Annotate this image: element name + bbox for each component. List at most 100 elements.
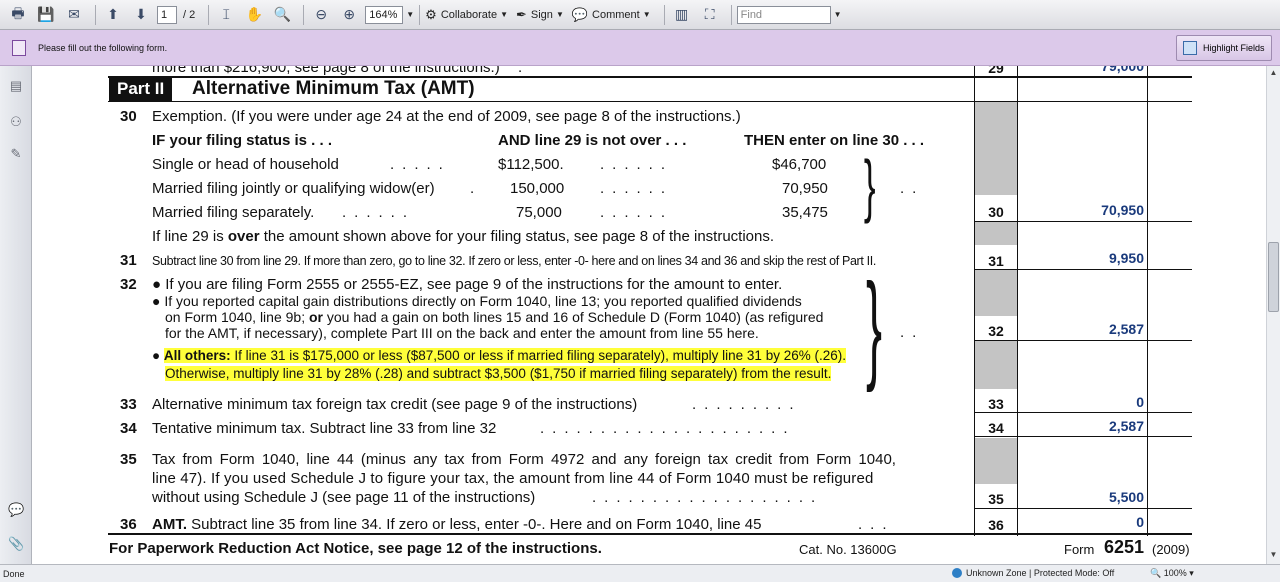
line-30-number: 30	[120, 108, 137, 125]
line-36-value[interactable]: 0	[1024, 514, 1144, 530]
filing-status-joint: Married filing jointly or qualifying wid…	[152, 180, 435, 197]
line-35-text: Tax from Form 1040, line 44 (minus any t…	[152, 451, 896, 468]
line-34-box-number: 34	[988, 420, 1004, 436]
select-text-icon[interactable]: 𝙸	[214, 4, 238, 26]
line-35-box-number: 35	[988, 491, 1004, 507]
zoom-level-input[interactable]: 164%	[365, 5, 404, 24]
zoom-selector[interactable]: 🔍 100% ▾	[1150, 568, 1194, 579]
line-32-number: 32	[120, 276, 137, 293]
line-29-text: more than $216,900, see page 8 of the in…	[152, 66, 500, 76]
line-36-text: AMT. Subtract line 35 from line 34. If z…	[152, 516, 762, 533]
line-31-value[interactable]: 9,950	[1024, 250, 1144, 266]
next-page-icon[interactable]: ⬇	[129, 4, 153, 26]
line-30-brace: }	[863, 146, 876, 224]
line-29-box-number: 29	[988, 66, 1004, 76]
line-34-value[interactable]: 2,587	[1024, 418, 1144, 434]
line-34-text: Tentative minimum tax. Subtract line 33 …	[152, 420, 497, 437]
limit-separate: 75,000	[516, 204, 562, 221]
line-32-box-number: 32	[988, 323, 1004, 339]
footer-form-number: 6251	[1104, 537, 1145, 557]
pdf-document-view: more than $216,900, see page 8 of the in…	[32, 66, 1266, 564]
form-message-bar: Please fill out the following form. High…	[0, 30, 1280, 66]
line-33-number: 33	[120, 396, 137, 413]
previous-page-icon[interactable]: ⬆	[101, 4, 125, 26]
page-number-input[interactable]: 1	[157, 5, 177, 24]
scrollbar-thumb[interactable]	[1268, 242, 1279, 312]
highlight-fields-button[interactable]: Highlight Fields	[1176, 35, 1272, 61]
line-31-number: 31	[120, 252, 137, 269]
line-33-value[interactable]: 0	[1024, 394, 1144, 410]
status-bar: Done Unknown Zone | Protected Mode: Off …	[0, 564, 1280, 582]
zoom-in-icon[interactable]: ⊕	[337, 4, 361, 26]
line-34-number: 34	[120, 420, 137, 437]
footer-form-label: Form	[1064, 542, 1095, 557]
line-30-box-number: 30	[988, 204, 1004, 220]
vertical-scrollbar[interactable]: ▲ ▼	[1266, 66, 1280, 564]
email-icon[interactable]: ✉	[62, 4, 86, 26]
marquee-zoom-icon[interactable]: 🔍	[270, 4, 294, 26]
signatures-icon[interactable]: ✎	[8, 146, 24, 162]
footer-form-year: (2009)	[1152, 542, 1190, 557]
limit-single: $112,500.	[498, 156, 564, 173]
full-screen-icon[interactable]: ⛶	[698, 4, 722, 26]
collaborate-button[interactable]: ⚙ Collaborate ▼	[425, 7, 508, 23]
security-zone: Unknown Zone | Protected Mode: Off	[952, 568, 1114, 578]
enter-amount-header: THEN enter on line 30 . . .	[744, 132, 925, 149]
page-total: / 2	[183, 8, 196, 21]
amount-single: $46,700	[772, 156, 827, 173]
line-33-text: Alternative minimum tax foreign tax cred…	[152, 396, 638, 413]
line29-limit-header: AND line 29 is not over . . .	[498, 132, 687, 149]
footer-paperwork-notice: For Paperwork Reduction Act Notice, see …	[109, 540, 602, 557]
collaborate-icon: ⚙	[425, 6, 437, 22]
find-input[interactable]: Find	[736, 5, 831, 24]
form-message: Please fill out the following form.	[38, 42, 168, 53]
filing-status-header: IF your filing status is . . .	[152, 132, 333, 149]
footer-cat-number: Cat. No. 13600G	[799, 542, 897, 557]
filing-status-separate: Married filing separately.	[152, 204, 315, 221]
line-31-box-number: 31	[988, 253, 1004, 269]
line-32-bullet-1: ● If you are filing Form 2555 or 2555-EZ…	[152, 276, 783, 293]
comments-icon[interactable]: 💬	[8, 502, 24, 518]
line-36-box-number: 36	[988, 517, 1004, 533]
navigation-panel: ▤ ⚇ ✎ 💬 📎	[0, 66, 32, 564]
hand-tool-icon[interactable]: ✋	[242, 4, 266, 26]
line-30-over-note: If line 29 is over the amount shown abov…	[152, 228, 775, 245]
line-30-value[interactable]: 70,950	[1024, 202, 1144, 218]
form-icon	[12, 39, 26, 56]
part-title: Alternative Minimum Tax (AMT)	[192, 78, 475, 99]
main-toolbar: 🖶 💾 ✉ ⬆ ⬇ 1 / 2 𝙸 ✋ 🔍 ⊖ ⊕ 164% ▼ ⚙ Collab…	[0, 0, 1280, 30]
save-icon[interactable]: 💾	[34, 4, 58, 26]
print-icon[interactable]: 🖶	[6, 4, 30, 26]
limit-joint: 150,000	[510, 180, 565, 197]
highlight-fields-icon	[1183, 41, 1197, 55]
zoom-dropdown-icon[interactable]: ▼	[406, 10, 414, 19]
line-30-text: Exemption. (If you were under age 24 at …	[152, 108, 741, 125]
line-31-text: Subtract line 30 from line 29. If more t…	[152, 254, 876, 268]
sign-button[interactable]: ✒ Sign ▼	[516, 7, 564, 23]
line-32-bullet-2: ● If you reported capital gain distribut…	[152, 293, 802, 309]
filing-status-single: Single or head of household	[152, 156, 339, 173]
line-32-value[interactable]: 2,587	[1024, 321, 1144, 337]
line-36-number: 36	[120, 516, 137, 533]
part-label: Part II	[109, 77, 173, 101]
zoom-lens-icon: 🔍	[1150, 568, 1162, 578]
pages-icon[interactable]: ▤	[8, 78, 24, 94]
amount-separate: 35,475	[782, 204, 828, 221]
zoom-out-icon[interactable]: ⊖	[309, 4, 333, 26]
attachments-icon[interactable]: 📎	[8, 536, 24, 552]
globe-icon	[952, 568, 962, 578]
scroll-up-icon[interactable]: ▲	[1267, 68, 1280, 80]
line-35-value[interactable]: 5,500	[1024, 489, 1144, 505]
comment-icon: 💬	[571, 6, 589, 22]
find-dropdown-icon[interactable]: ▼	[834, 10, 842, 19]
line-29-value: 79,000	[1101, 66, 1144, 74]
binoculars-icon[interactable]: ⚇	[8, 114, 24, 130]
comment-button[interactable]: 💬 Comment ▼	[572, 7, 651, 23]
line-35-number: 35	[120, 451, 137, 468]
pen-icon: ✒	[516, 6, 527, 22]
amount-joint: 70,950	[782, 180, 828, 197]
fit-page-icon[interactable]: ▥	[670, 4, 694, 26]
scroll-down-icon[interactable]: ▼	[1267, 550, 1280, 562]
status-text: Done	[3, 569, 25, 579]
line-33-box-number: 33	[988, 396, 1004, 412]
